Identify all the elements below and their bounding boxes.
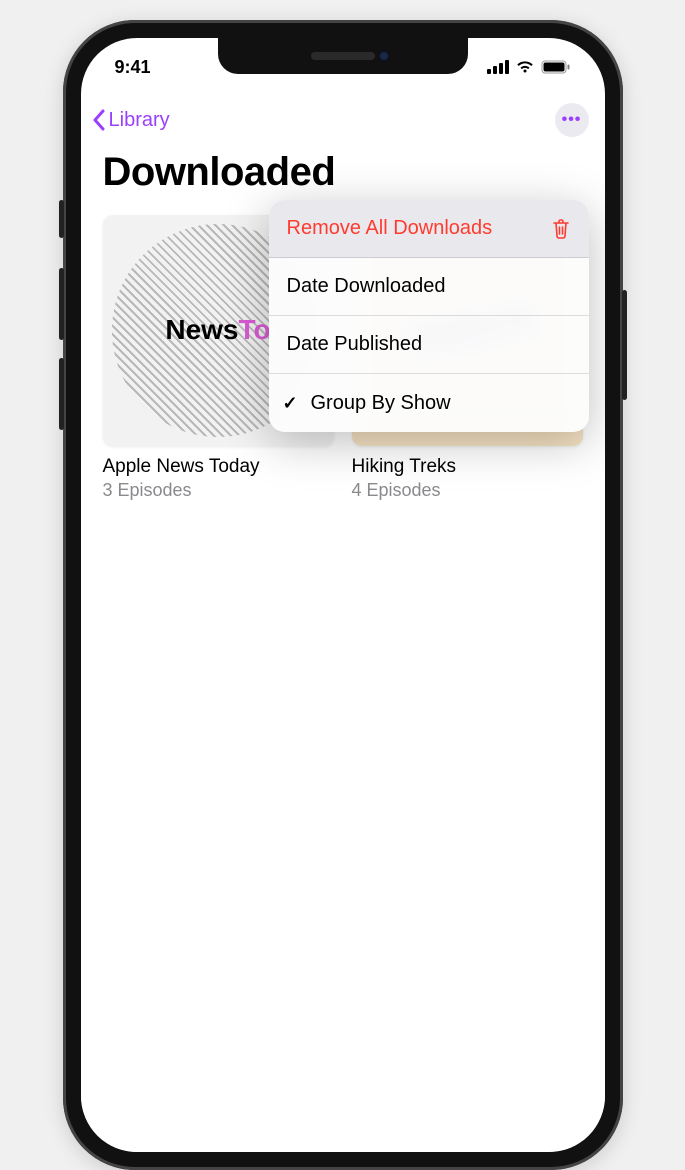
side-button	[59, 200, 64, 238]
screen: 9:41 Library ••• Dow	[81, 38, 605, 1152]
menu-item-label: Group By Show	[311, 392, 451, 415]
podcast-title: Hiking Treks	[352, 456, 583, 478]
device-frame: 9:41 Library ••• Dow	[63, 20, 623, 1170]
notch	[218, 38, 468, 74]
side-button	[59, 358, 64, 430]
back-button[interactable]: Library	[91, 108, 170, 132]
menu-item-label: Date Published	[287, 333, 423, 356]
checkmark-icon: ✓	[283, 393, 298, 414]
menu-item-group-by-show[interactable]: ✓ Group By Show	[269, 374, 589, 432]
menu-item-label: Remove All Downloads	[287, 217, 493, 240]
context-menu: Remove All Downloads Date Downloaded Dat…	[269, 200, 589, 432]
cellular-icon	[487, 60, 509, 74]
chevron-left-icon	[91, 108, 107, 132]
menu-item-date-downloaded[interactable]: Date Downloaded	[269, 258, 589, 316]
podcast-subtitle: 4 Episodes	[352, 480, 583, 501]
battery-icon	[541, 60, 571, 74]
back-label: Library	[109, 109, 170, 132]
nav-bar: Library •••	[81, 96, 605, 144]
menu-item-remove-all[interactable]: Remove All Downloads	[269, 200, 589, 258]
ellipsis-icon: •••	[562, 111, 582, 129]
more-button[interactable]: •••	[555, 103, 589, 137]
status-indicators	[487, 60, 571, 74]
content: Library ••• Downloaded NewsTo Apple News…	[81, 96, 605, 1152]
podcast-subtitle: 3 Episodes	[103, 480, 334, 501]
status-time: 9:41	[115, 57, 151, 78]
podcast-title: Apple News Today	[103, 456, 334, 478]
wifi-icon	[515, 60, 535, 74]
menu-item-label: Date Downloaded	[287, 275, 446, 298]
side-button	[622, 290, 627, 400]
trash-icon	[551, 218, 571, 240]
menu-item-date-published[interactable]: Date Published	[269, 316, 589, 374]
side-button	[59, 268, 64, 340]
